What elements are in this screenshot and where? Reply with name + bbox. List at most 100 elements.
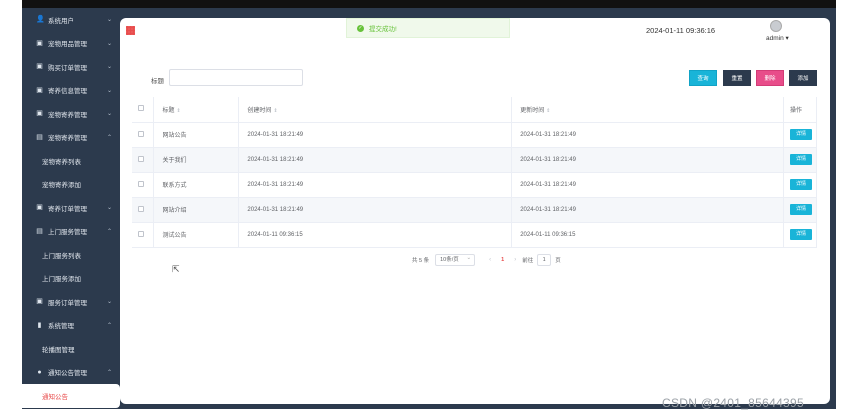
cell-created: 2024-01-31 18:21:49 [238,122,513,148]
title-search-label: 标题 [151,78,164,85]
chevron-up-icon: ⌃ [106,228,112,235]
row-checkbox[interactable] [138,180,144,187]
sidebar-menu-item[interactable]: ▣ 宠物用品管理 ⌄ [28,32,120,56]
detail-button[interactable]: 详情 [789,204,812,215]
box-icon: ▣ [36,298,43,306]
detail-button[interactable]: 详情 [789,129,812,140]
sidebar-item-label: 系统管理 [48,323,74,331]
sidebar-menu-item[interactable]: ▣ 寄养订单管理 ⌄ [28,196,120,220]
sidebar-sub-item[interactable]: 通知公告 [22,384,120,408]
cell-updated: 2024-01-31 18:21:49 [511,147,784,173]
cell-created: 2024-01-31 18:21:49 [238,172,513,198]
chevron-down-icon: ⌄ [106,299,112,306]
sidebar-sub-item[interactable]: 上门服务列表 [28,243,120,267]
sidebar-sub-item[interactable]: 宠物寄养列表 [28,149,120,173]
sidebar-menu-item[interactable]: ● 通知公告管理 ⌃ [28,361,120,385]
left-margin [0,0,22,419]
add-button[interactable]: 添加 [789,70,817,86]
sidebar-menu-item[interactable]: ▣ 服务订单管理 ⌄ [28,290,120,314]
sidebar-item-label: 购买订单管理 [48,64,87,72]
row-checkbox[interactable] [138,155,144,162]
sidebar-item-label: 宠物用品管理 [48,41,87,49]
sidebar: 👤 系统用户 ⌄ ▣ 宠物用品管理 ⌄ ▣ 购买订单管理 ⌄ ▣ 寄养信息管理 ⌄ ▣ 宠物寄养管理 ⌄ ▤ 宠… [22,8,120,409]
box-icon: ▣ [36,39,43,47]
pagination: 共 5 条 10条/页 ‹ 1 › 前往 1 页 [412,253,561,266]
app-window: 👤 系统用户 ⌄ ▣ 宠物用品管理 ⌄ ▣ 购买订单管理 ⌄ ▣ 寄养信息管理 ⌄ ▣ 宠物寄养管理 ⌄ ▤ 宠… [22,8,836,409]
doc-icon: ▤ [36,227,43,235]
next-page-icon[interactable]: › [514,257,516,263]
goto-page-input[interactable]: 1 [537,254,552,266]
row-checkbox[interactable] [138,230,144,237]
sidebar-sub-item[interactable]: 宠物寄养添加 [28,173,120,197]
cell-updated: 2024-01-31 18:21:49 [511,172,784,198]
cell-title: 关于我们 [153,147,240,173]
sort-icon[interactable]: ⇕ [273,108,277,114]
sidebar-item-label: 服务订单管理 [48,299,87,307]
chevron-down-icon: ⌄ [106,64,112,71]
toast-message: 提交成功! [369,26,397,33]
chevron-up-icon: ⌃ [106,134,112,141]
column-header-created[interactable]: 创建时间 ⇕ [238,97,513,123]
table-row: 关于我们 2024-01-31 18:21:49 2024-01-31 18:21:… [132,147,818,173]
sidebar-menu-item[interactable]: ▣ 寄养信息管理 ⌄ [28,79,120,103]
sidebar-sub-item[interactable]: 上门服务添加 [28,267,120,291]
sidebar-item-label: 宠物寄养管理 [48,111,87,119]
sidebar-menu-item[interactable]: ▤ 上门服务管理 ⌃ [28,220,120,244]
info-icon: ● [37,368,42,376]
sort-icon[interactable]: ⇕ [177,108,181,114]
column-header-title[interactable]: 标题 ⇕ [153,97,240,123]
notice-table: 标题 ⇕ 创建时间 ⇕ 更新时间 ⇕ 操作 网站公告 2024-01-31 18:21:… [132,97,818,248]
row-checkbox[interactable] [138,130,144,137]
sidebar-item-label: 系统用户 [48,17,74,25]
goto-suffix: 页 [555,258,561,264]
avatar[interactable] [770,20,782,32]
cell-title: 联系方式 [153,172,240,198]
user-dropdown[interactable]: admin ▾ [766,34,789,42]
box-icon: ▣ [36,204,43,212]
row-checkbox[interactable] [138,205,144,212]
title-search-input[interactable] [169,69,303,86]
table-row: 网站介绍 2024-01-31 18:21:49 2024-01-31 18:21:… [132,197,818,223]
table-row: 测试公告 2024-01-11 09:36:15 2024-01-11 09:36:… [132,222,818,248]
cell-title: 测试公告 [153,222,240,248]
mouse-cursor-icon: ⇱ [172,264,180,274]
sidebar-item-label: 宠物寄养管理 [48,135,87,143]
cell-updated: 2024-01-31 18:21:49 [511,122,784,148]
chevron-down-icon: ⌄ [106,87,112,94]
cell-title: 网站公告 [153,122,240,148]
detail-button[interactable]: 详情 [789,179,812,190]
sidebar-menu-item[interactable]: ▮ 系统管理 ⌃ [28,314,120,338]
table-row: 联系方式 2024-01-31 18:21:49 2024-01-31 18:21:… [132,172,818,198]
sidebar-item-label: 上门服务管理 [48,229,87,237]
chevron-up-icon: ⌃ [106,322,112,329]
query-button[interactable]: 查询 [689,70,717,86]
menu-grid-icon[interactable] [126,26,135,35]
sidebar-menu-item[interactable]: ▣ 购买订单管理 ⌄ [28,55,120,79]
watermark: CSDN @2401_85644395 [662,396,804,410]
page-number-current[interactable]: 1 [501,257,504,263]
box-icon: ▣ [36,63,43,71]
chevron-down-icon: ⌄ [106,111,112,118]
prev-page-icon[interactable]: ‹ [489,257,491,263]
delete-button[interactable]: 删除 [756,70,784,86]
sidebar-item-label: 寄养信息管理 [48,88,87,96]
column-header-updated[interactable]: 更新时间 ⇕ [511,97,784,123]
current-datetime: 2024-01-11 09:36:16 [646,26,716,35]
reset-button[interactable]: 重置 [723,70,751,86]
cell-created: 2024-01-31 18:21:49 [238,197,513,223]
sidebar-menu-item[interactable]: 👤 系统用户 ⌄ [28,8,120,32]
detail-button[interactable]: 详情 [789,154,812,165]
sidebar-menu-item[interactable]: ▣ 宠物寄养管理 ⌄ [28,102,120,126]
sort-icon[interactable]: ⇕ [546,108,550,114]
sidebar-sub-item[interactable]: 轮播图管理 [28,337,120,361]
detail-button[interactable]: 详情 [789,229,812,240]
cell-created: 2024-01-31 18:21:49 [238,147,513,173]
user-icon: 👤 [36,16,45,24]
box-icon: ▣ [36,86,43,94]
table-header-row: 标题 ⇕ 创建时间 ⇕ 更新时间 ⇕ 操作 [132,97,818,123]
page-size-select[interactable]: 10条/页 [435,253,476,266]
select-all-checkbox[interactable] [138,105,144,112]
column-header-ops: 操作 [783,97,818,123]
sidebar-menu-item[interactable]: ▤ 宠物寄养管理 ⌃ [28,126,120,150]
sidebar-item-label: 寄养订单管理 [48,205,87,213]
